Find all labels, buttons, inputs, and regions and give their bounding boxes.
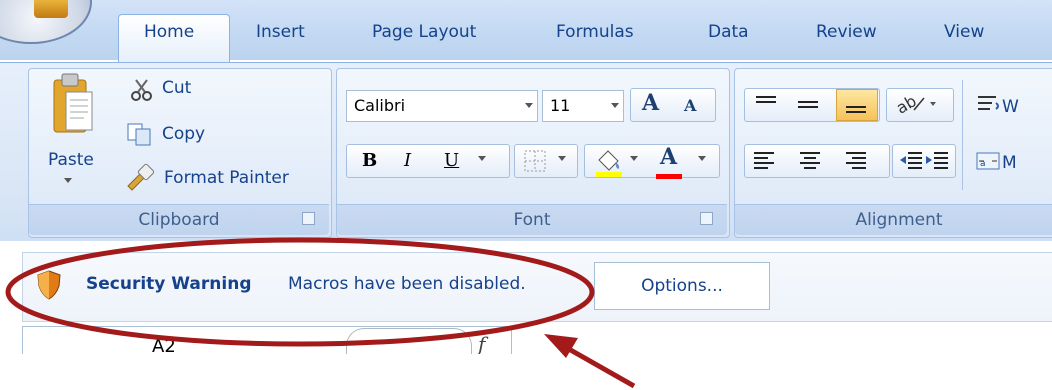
annotation-arrow-line xyxy=(558,341,636,389)
annotation-arrowhead xyxy=(544,334,578,358)
annotation-overlay xyxy=(5,237,636,389)
annotation-circle xyxy=(5,237,595,347)
